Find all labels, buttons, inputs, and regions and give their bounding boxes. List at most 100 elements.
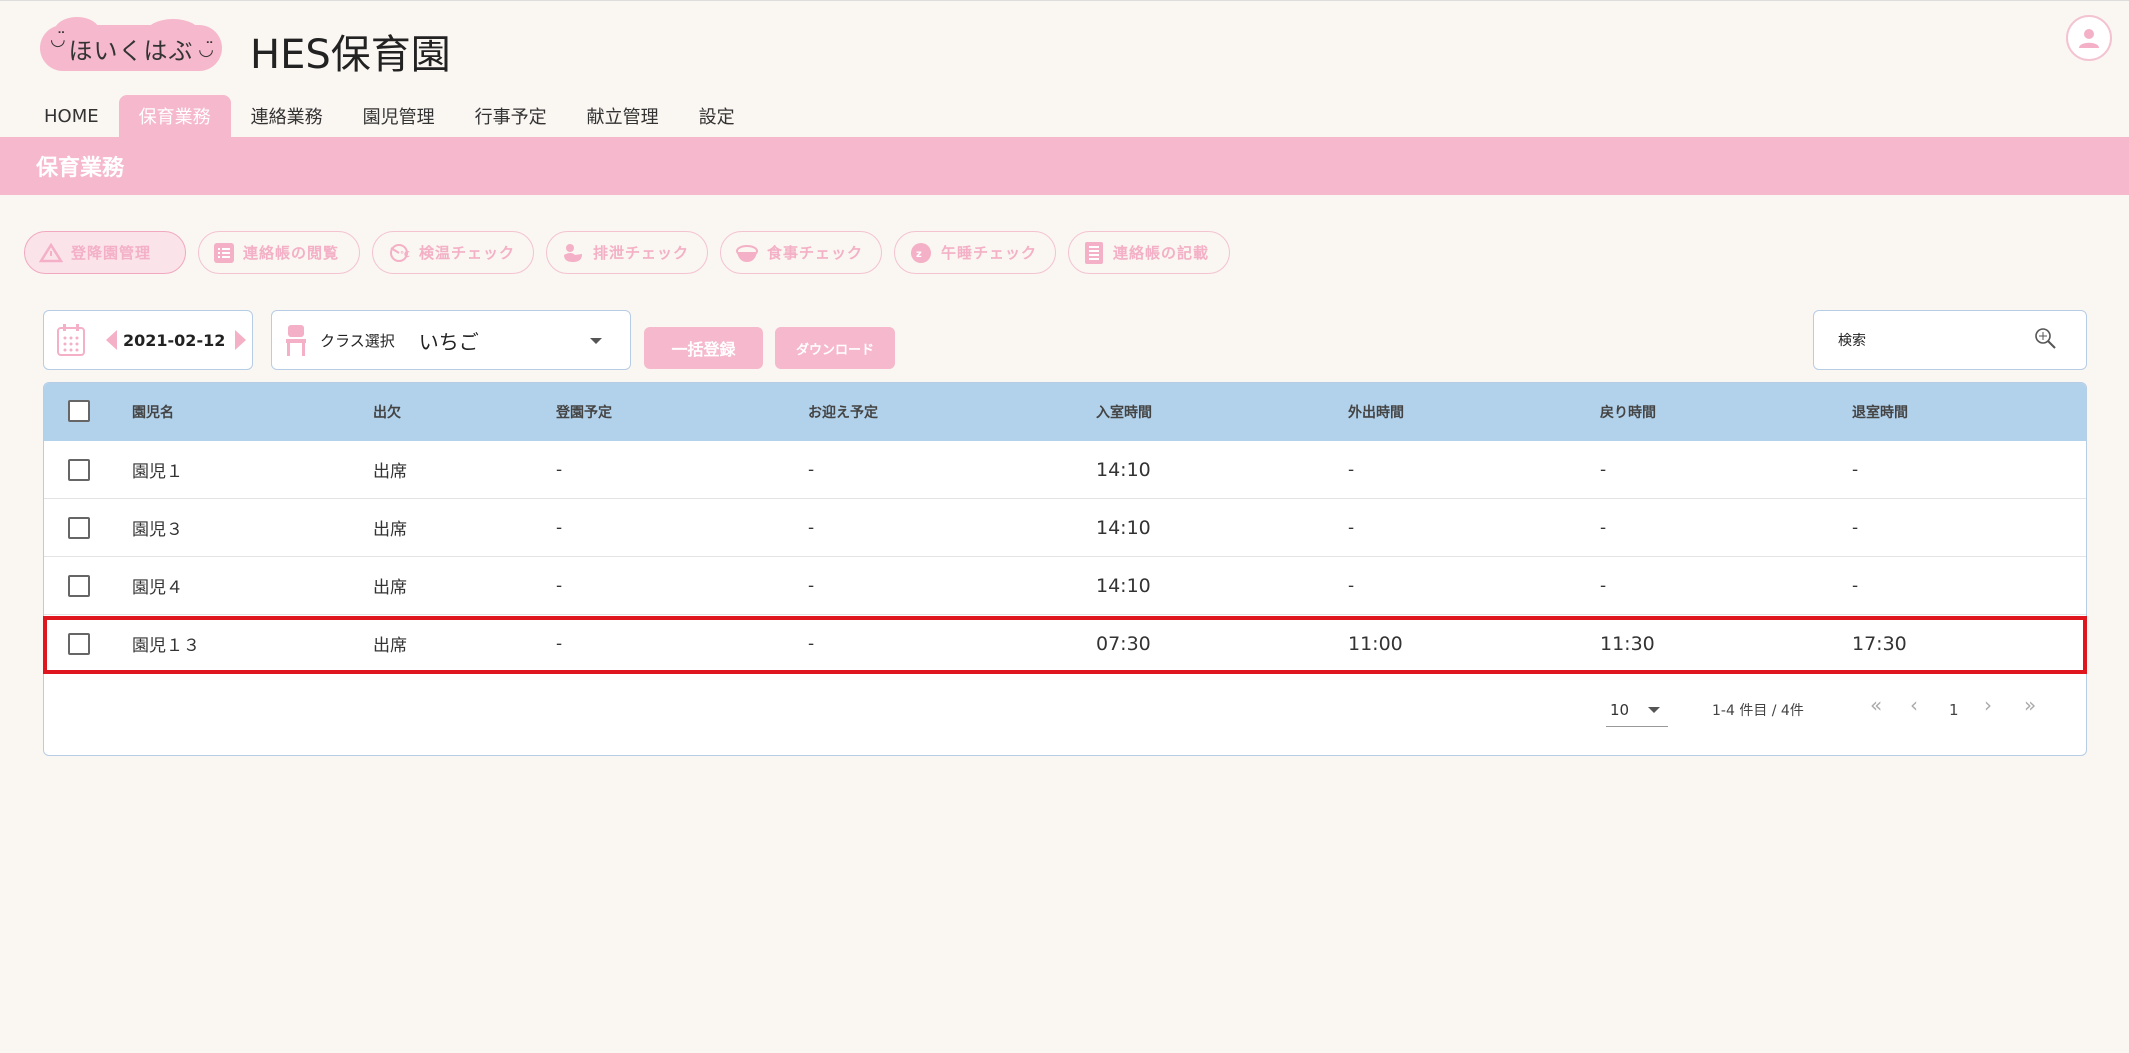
toilet-check-button[interactable]: 排泄チェック <box>546 231 708 274</box>
pill-label: 連絡帳の記載 <box>1113 244 1210 262</box>
write-notebook-button[interactable]: 連絡帳の記載 <box>1068 231 1230 274</box>
select-all-checkbox[interactable] <box>68 400 90 422</box>
in-time: 07:30 <box>1096 632 1151 655</box>
temperature-check-button[interactable]: ℃ 検温チェック <box>372 231 534 274</box>
calendar-icon[interactable] <box>56 323 86 357</box>
arrival-plan: - <box>556 575 563 596</box>
thermometer-icon: ℃ <box>390 243 411 262</box>
class-select[interactable]: クラス選択 いちご <box>271 310 631 370</box>
nav-hoiku[interactable]: 保育業務 <box>118 95 231 137</box>
pickup-plan: - <box>808 575 815 596</box>
in-time: 14:10 <box>1096 516 1151 539</box>
arrival-plan: - <box>556 517 563 538</box>
row-checkbox[interactable] <box>68 632 90 655</box>
search-icon[interactable] <box>2034 327 2058 351</box>
row-checkbox[interactable] <box>68 516 90 539</box>
column-header[interactable]: お迎え予定 <box>808 402 878 422</box>
logo-text: ほいくはぶ <box>68 36 194 65</box>
user-avatar-button[interactable] <box>2066 15 2112 61</box>
logo-face-right: ◡̈ <box>198 39 214 60</box>
class-select-value: いちご <box>418 329 479 354</box>
next-date-button[interactable] <box>235 330 247 350</box>
warning-triangle-icon <box>39 242 63 262</box>
row-checkbox[interactable] <box>68 574 90 597</box>
section-title: 保育業務 <box>36 156 125 181</box>
prev-page-icon[interactable]: ‹ <box>1910 693 1918 717</box>
list-icon <box>214 242 234 263</box>
pill-label: 食事チェック <box>767 244 864 262</box>
return-time: - <box>1600 459 1607 480</box>
app-logo[interactable]: ◡̈ ほいくはぶ ◡̈ <box>40 17 222 71</box>
svg-text:z: z <box>916 249 923 260</box>
child-name[interactable]: 園児４ <box>132 573 183 598</box>
function-buttons: 登降園管理 連絡帳の閲覧 ℃ 検温チェック 排泄チェック 食事チェック z 午睡… <box>24 231 1230 274</box>
pill-label: 登降園管理 <box>71 244 152 262</box>
column-header[interactable]: 園児名 <box>132 402 174 422</box>
chair-icon <box>286 325 306 356</box>
child-name[interactable]: 園児１３ <box>132 631 200 656</box>
out-time: - <box>1348 517 1355 538</box>
pill-label: 連絡帳の閲覧 <box>243 244 340 262</box>
bulk-register-button[interactable]: 一括登録 <box>644 327 763 369</box>
nav-settings[interactable]: 設定 <box>679 95 755 137</box>
duck-icon <box>564 243 582 262</box>
view-notebook-button[interactable]: 連絡帳の閲覧 <box>198 231 360 274</box>
pagination-range: 1-4 件目 / 4件 <box>1712 703 1804 719</box>
nap-check-button[interactable]: z 午睡チェック <box>894 231 1056 274</box>
chevron-down-icon <box>1648 707 1660 713</box>
attendance-management-button[interactable]: 登降園管理 <box>24 231 186 274</box>
search-input[interactable]: 検索 <box>1813 310 2087 370</box>
column-header[interactable]: 入室時間 <box>1096 402 1152 422</box>
nav-gyoji[interactable]: 行事予定 <box>455 95 567 137</box>
next-page-icon[interactable]: › <box>1984 693 1992 717</box>
table-row[interactable]: 園児４ 出席 - - 14:10 - - - <box>44 557 2086 615</box>
pickup-plan: - <box>808 459 815 480</box>
return-time: - <box>1600 575 1607 596</box>
table-row[interactable]: 園児１ 出席 - - 14:10 - - - <box>44 441 2086 499</box>
date-value: 2021-02-12 <box>123 330 226 350</box>
child-name[interactable]: 園児１ <box>132 457 183 482</box>
column-header[interactable]: 出欠 <box>373 402 401 422</box>
return-time: - <box>1600 517 1607 538</box>
pill-label: 検温チェック <box>419 244 516 262</box>
return-time: 11:30 <box>1600 632 1655 655</box>
main-nav: HOME 保育業務 連絡業務 園児管理 行事予定 献立管理 設定 <box>24 95 755 137</box>
out-time: - <box>1348 459 1355 480</box>
rows-per-page-select[interactable]: 10 <box>1606 693 1668 727</box>
child-name[interactable]: 園児３ <box>132 515 183 540</box>
class-select-label: クラス選択 <box>320 331 395 350</box>
out-time: - <box>1348 575 1355 596</box>
download-button[interactable]: ダウンロード <box>775 327 895 369</box>
column-header[interactable]: 登園予定 <box>556 402 612 422</box>
table-row[interactable]: 園児３ 出席 - - 14:10 - - - <box>44 499 2086 557</box>
svg-text:℃: ℃ <box>400 250 411 259</box>
out-time: 11:00 <box>1348 632 1403 655</box>
sleep-icon: z <box>911 242 931 263</box>
pickup-plan: - <box>808 517 815 538</box>
first-page-icon[interactable]: « <box>1870 693 1882 717</box>
attendance-status: 出席 <box>373 636 407 656</box>
column-header[interactable]: 戻り時間 <box>1600 402 1656 422</box>
leave-time: - <box>1852 459 1859 480</box>
pickup-plan: - <box>808 633 815 654</box>
prev-date-button[interactable] <box>106 330 117 350</box>
date-picker[interactable]: 2021-02-12 <box>43 310 253 370</box>
attendance-table: 園児名 出欠 登園予定 お迎え予定 入室時間 外出時間 戻り時間 退室時間 園児… <box>43 382 2087 756</box>
notebook-icon <box>1085 241 1103 264</box>
section-title-bar: 保育業務 <box>0 137 2129 195</box>
meal-check-button[interactable]: 食事チェック <box>720 231 882 274</box>
current-page[interactable]: 1 <box>1949 701 1959 719</box>
search-placeholder: 検索 <box>1838 333 1866 349</box>
nav-enji[interactable]: 園児管理 <box>343 95 455 137</box>
logo-face-left: ◡̈ <box>50 29 66 50</box>
last-page-icon[interactable]: » <box>2024 693 2036 717</box>
in-time: 14:10 <box>1096 458 1151 481</box>
table-row[interactable]: 園児１３ 出席 - - 07:30 11:00 11:30 17:30 <box>44 615 2086 673</box>
nav-kondate[interactable]: 献立管理 <box>567 95 679 137</box>
row-checkbox[interactable] <box>68 458 90 481</box>
column-header[interactable]: 退室時間 <box>1852 402 1908 422</box>
attendance-status: 出席 <box>373 520 407 540</box>
column-header[interactable]: 外出時間 <box>1348 402 1404 422</box>
nav-home[interactable]: HOME <box>24 95 119 137</box>
nav-renraku[interactable]: 連絡業務 <box>231 95 343 137</box>
